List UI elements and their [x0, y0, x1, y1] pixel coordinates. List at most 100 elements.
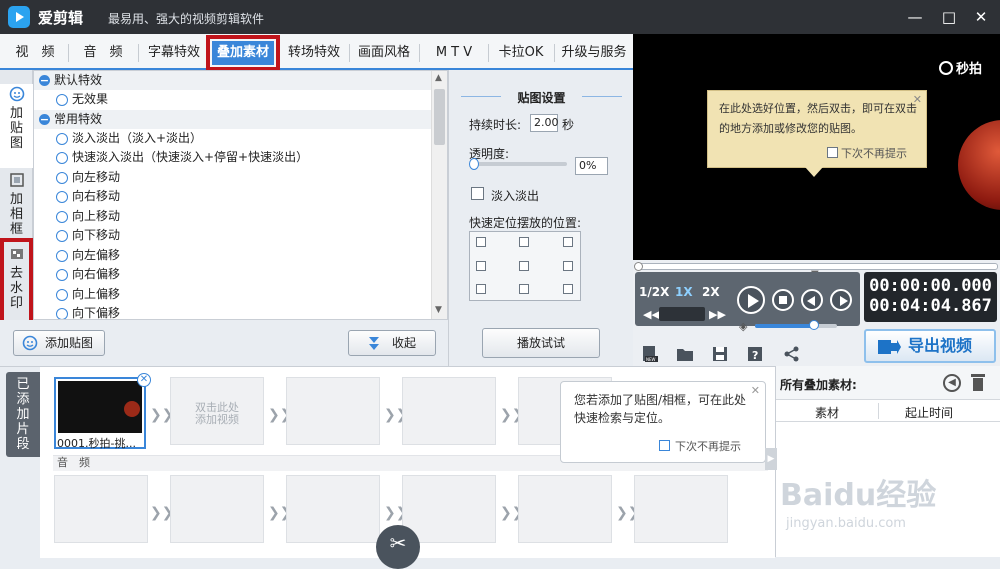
speed-half[interactable]: 1/2X	[639, 285, 669, 299]
effect-option[interactable]: 向左移动	[34, 168, 447, 188]
volume-icon[interactable]: ◈	[739, 320, 747, 333]
speed-double[interactable]: 2X	[702, 285, 720, 299]
add-sticker-button[interactable]: 添加贴图	[13, 330, 105, 356]
clips-area: 已添加片段 0001.秒拍-挑... ✕ ❯❯ 双击此处 添加视频 ❯❯ ❯❯ …	[0, 366, 775, 569]
baidu-watermark: Baidu经验	[780, 470, 936, 514]
audio-slot[interactable]	[286, 475, 380, 543]
added-clips-tab[interactable]: 已添加片段	[6, 372, 40, 457]
effect-option[interactable]: 淡入淡出（淡入+淡出）	[34, 129, 447, 149]
side-tab-remove-watermark[interactable]: 去水印	[0, 238, 33, 324]
opacity-slider[interactable]	[469, 158, 567, 170]
time-display: 00:00:00.000 00:04:04.867	[864, 272, 997, 322]
maximize-icon[interactable]: □	[940, 8, 958, 26]
export-video-button[interactable]: 导出视频	[864, 329, 996, 363]
play-button[interactable]	[737, 286, 765, 314]
save-icon[interactable]	[711, 345, 729, 363]
step-forward-icon[interactable]: ▶▶	[709, 308, 726, 321]
tab-overlay-material[interactable]: 叠加素材	[206, 35, 280, 71]
close-icon[interactable]: ✕	[972, 8, 990, 26]
scroll-down-icon[interactable]: ▼	[435, 305, 442, 315]
tab-transition-effects[interactable]: 转场特效	[282, 41, 346, 65]
open-folder-icon[interactable]	[676, 345, 694, 363]
position-bottom-right[interactable]	[563, 284, 573, 294]
baidu-watermark-url: jingyan.baidu.com	[786, 516, 906, 531]
clip-remove-icon[interactable]: ✕	[137, 373, 151, 387]
seek-thumb[interactable]	[634, 262, 643, 271]
group-default[interactable]: 默认特效	[34, 71, 447, 90]
back-icon[interactable]: ◀	[943, 374, 961, 392]
add-sticker-icon	[22, 335, 38, 351]
minimize-icon[interactable]: —	[906, 8, 924, 26]
fade-checkbox[interactable]	[471, 187, 484, 200]
effect-none[interactable]: 无效果	[34, 90, 447, 110]
clips-no-remind-checkbox[interactable]	[659, 440, 670, 451]
position-bottom-left[interactable]	[476, 284, 486, 294]
scissors-button[interactable]: ✂	[376, 525, 420, 569]
audio-section-label: 音 频	[57, 456, 90, 469]
delete-icon[interactable]	[971, 374, 985, 391]
effects-scrollbar[interactable]: ▲ ▼	[431, 71, 447, 319]
effect-option[interactable]: 向左偏移	[34, 246, 447, 266]
position-top-center[interactable]	[519, 237, 529, 247]
scissors-icon: ✂	[389, 531, 407, 555]
effect-option[interactable]: 向右移动	[34, 187, 447, 207]
empty-video-slot[interactable]	[402, 377, 496, 445]
expand-arrow-icon[interactable]: ▶	[765, 448, 777, 470]
position-center[interactable]	[519, 261, 529, 271]
side-tab-add-sticker[interactable]: 加贴图	[0, 84, 33, 168]
effect-option[interactable]: 向下偏移	[34, 304, 447, 319]
frame-scrubber[interactable]	[659, 307, 705, 321]
audio-slot[interactable]	[54, 475, 148, 543]
preview-play-button[interactable]: 播放试试	[482, 328, 600, 358]
effect-option[interactable]: 向上偏移	[34, 285, 447, 305]
opacity-input[interactable]: 0%	[575, 157, 608, 175]
app-name: 爱剪辑	[38, 9, 84, 27]
scroll-up-icon[interactable]: ▲	[435, 73, 442, 83]
effect-option[interactable]: 向右偏移	[34, 265, 447, 285]
position-bottom-center[interactable]	[519, 284, 529, 294]
audio-slot[interactable]	[634, 475, 728, 543]
audio-slot[interactable]	[170, 475, 264, 543]
tab-video[interactable]: 视 频	[6, 41, 64, 65]
position-grid	[469, 231, 581, 301]
position-top-right[interactable]	[563, 237, 573, 247]
tab-karaoke[interactable]: 卡拉OK	[491, 41, 551, 65]
effect-option[interactable]: 向下移动	[34, 226, 447, 246]
clips-tooltip-close-icon[interactable]: ✕	[751, 384, 760, 397]
audio-slot[interactable]	[402, 475, 496, 543]
effect-option[interactable]: 向上移动	[34, 207, 447, 227]
tooltip-close-icon[interactable]: ✕	[913, 93, 922, 106]
tab-audio[interactable]: 音 频	[74, 41, 132, 65]
duration-input[interactable]: 2.00	[530, 114, 559, 132]
next-button[interactable]	[830, 289, 852, 311]
effect-option[interactable]: 快速淡入淡出（快速淡入+停留+快速淡出）	[34, 148, 447, 168]
share-icon[interactable]	[783, 345, 801, 363]
add-video-slot[interactable]: 双击此处 添加视频	[170, 377, 264, 445]
speed-normal[interactable]: 1X	[675, 285, 693, 299]
clip-thumbnail[interactable]: 0001.秒拍-挑...	[54, 377, 146, 450]
new-project-icon[interactable]: NEW	[641, 345, 659, 363]
empty-video-slot[interactable]	[286, 377, 380, 445]
tab-picture-style[interactable]: 画面风格	[352, 41, 416, 65]
clip-image	[58, 381, 142, 433]
stop-button[interactable]	[772, 289, 794, 311]
tab-subtitle-effects[interactable]: 字幕特效	[142, 41, 206, 65]
no-remind-checkbox[interactable]	[827, 147, 838, 158]
opacity-slider-thumb[interactable]	[469, 158, 479, 170]
audio-slot[interactable]	[518, 475, 612, 543]
collapse-button[interactable]: 收起	[348, 330, 436, 356]
tab-mtv[interactable]: M T V	[422, 41, 486, 65]
position-middle-left[interactable]	[476, 261, 486, 271]
volume-thumb[interactable]	[809, 320, 820, 330]
video-preview[interactable]: 秒拍 在此处选好位置，然后双击，即可在双击的地方添加或修改您的贴图。 ✕ 下次不…	[633, 34, 1000, 260]
group-common[interactable]: 常用特效	[34, 109, 447, 129]
step-back-icon[interactable]: ◀◀	[643, 308, 660, 321]
position-middle-right[interactable]	[563, 261, 573, 271]
prev-button[interactable]	[801, 289, 823, 311]
help-icon[interactable]: ?	[746, 345, 764, 363]
side-tab-add-frame[interactable]: 加相框	[0, 170, 33, 237]
scrollbar-thumb[interactable]	[434, 89, 445, 145]
position-top-left[interactable]	[476, 237, 486, 247]
tab-upgrade-service[interactable]: 升级与服务	[557, 41, 631, 65]
volume-slider[interactable]	[755, 320, 837, 330]
